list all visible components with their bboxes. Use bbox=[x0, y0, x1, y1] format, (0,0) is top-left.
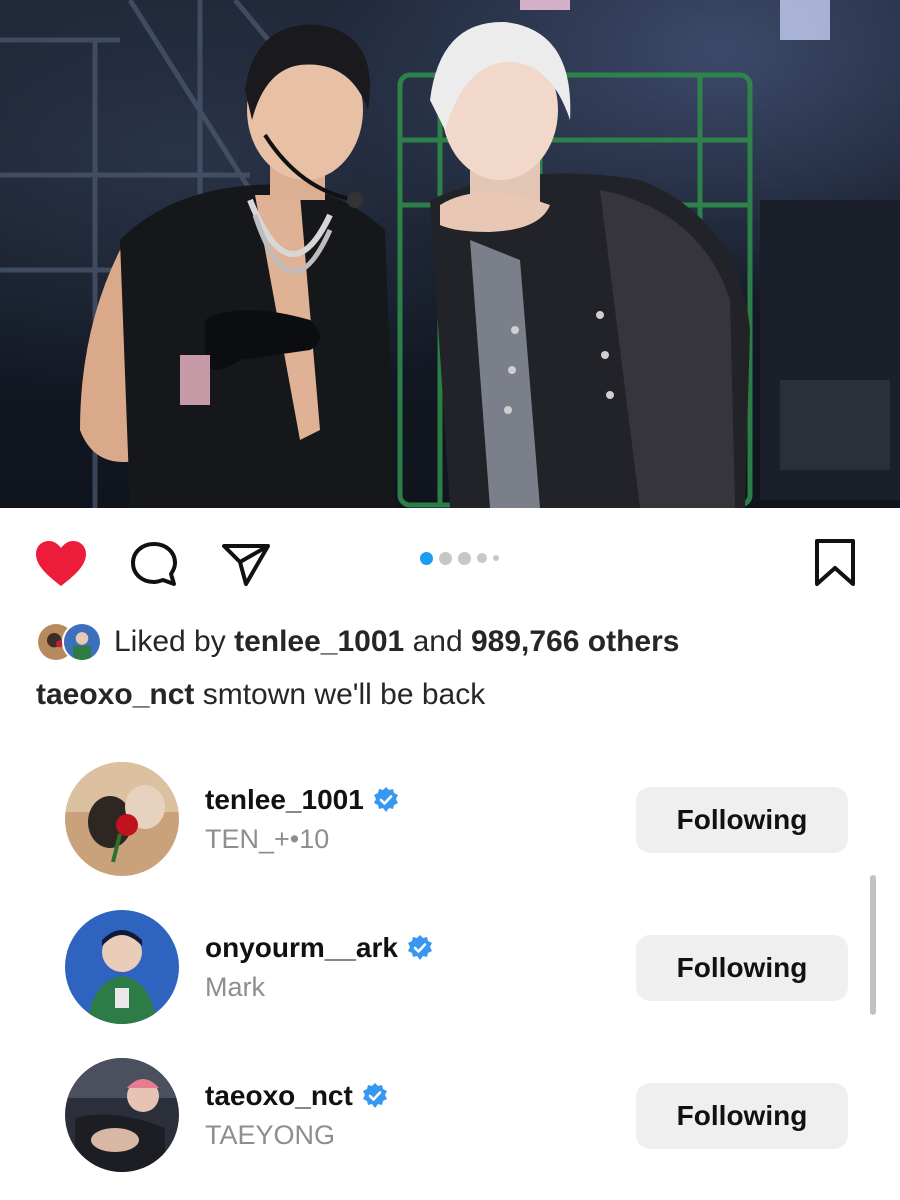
likes-user-link[interactable]: tenlee_1001 bbox=[234, 625, 404, 658]
following-button[interactable]: Following bbox=[636, 935, 848, 1001]
following-row[interactable]: tenlee_1001 TEN_+•10 Following bbox=[0, 710, 900, 876]
carousel-dot bbox=[493, 555, 499, 561]
caption-text: smtown we'll be back bbox=[202, 678, 486, 711]
following-list: tenlee_1001 TEN_+•10 Following onyourm__… bbox=[0, 710, 900, 1200]
username-text: tenlee_1001 bbox=[205, 784, 364, 815]
following-button[interactable]: Following bbox=[636, 1083, 848, 1149]
likes-prefix: Liked by bbox=[114, 625, 226, 658]
comment-icon[interactable] bbox=[128, 540, 180, 588]
verified-badge-icon bbox=[362, 1083, 387, 1108]
following-row[interactable]: taeoxo_nct TAEYONG Following bbox=[0, 1006, 900, 1172]
following-button[interactable]: Following bbox=[636, 787, 848, 853]
post-photo[interactable] bbox=[0, 0, 900, 508]
username[interactable]: taeoxo_nct bbox=[205, 1080, 389, 1112]
post-photo-illustration bbox=[0, 0, 900, 508]
full-name: TAEYONG bbox=[205, 1120, 336, 1150]
username[interactable]: onyourm__ark bbox=[205, 932, 434, 964]
full-name: TEN_+•10 bbox=[205, 824, 330, 854]
username[interactable]: tenlee_1001 bbox=[205, 784, 400, 816]
full-name: Mark bbox=[205, 972, 265, 1002]
carousel-indicator bbox=[420, 550, 499, 566]
likes-and: and bbox=[412, 625, 463, 658]
likes-text: Liked by tenlee_1001 and 989,766 others bbox=[114, 625, 679, 659]
following-row[interactable]: onyourm__ark Mark Following bbox=[0, 858, 900, 1024]
likes-count-link[interactable]: 989,766 others bbox=[471, 625, 679, 658]
likes-row[interactable]: Liked by tenlee_1001 and 989,766 others bbox=[36, 618, 679, 666]
caption-username[interactable]: taeoxo_nct bbox=[36, 678, 194, 711]
scrollbar[interactable] bbox=[870, 875, 876, 1015]
bookmark-icon[interactable] bbox=[812, 538, 858, 588]
username-text: taeoxo_nct bbox=[205, 1080, 353, 1111]
carousel-dot-active bbox=[420, 551, 433, 565]
carousel-dot bbox=[458, 551, 471, 565]
send-icon[interactable] bbox=[220, 540, 272, 588]
user-avatar[interactable] bbox=[65, 1058, 179, 1172]
heart-filled-icon[interactable] bbox=[34, 540, 88, 588]
carousel-dot bbox=[477, 553, 487, 563]
verified-badge-icon bbox=[407, 935, 432, 960]
liker-avatar bbox=[62, 622, 102, 662]
verified-badge-icon bbox=[373, 787, 398, 812]
username-text: onyourm__ark bbox=[205, 932, 398, 963]
post-caption: taeoxo_nct smtown we'll be back bbox=[36, 678, 485, 712]
carousel-dot bbox=[439, 551, 452, 565]
